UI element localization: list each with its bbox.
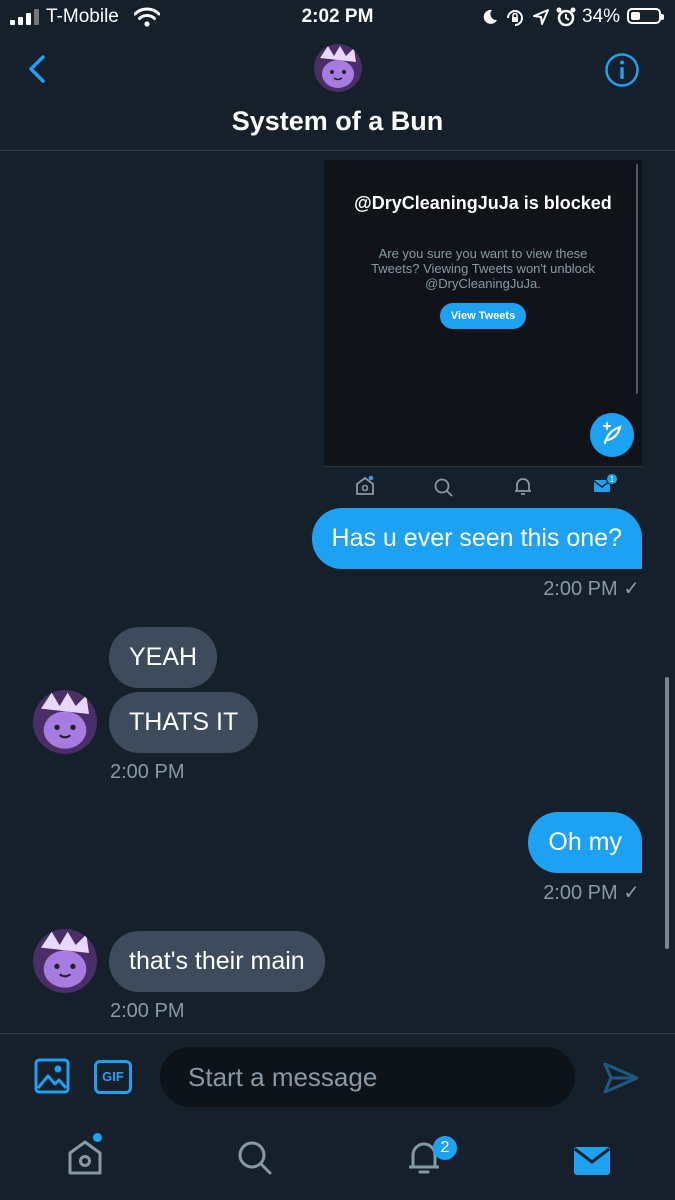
notifications-badge: 2: [433, 1136, 457, 1160]
message-composer: GIF: [0, 1033, 675, 1124]
avatar-image: [314, 44, 362, 92]
scrollbar[interactable]: [665, 677, 669, 949]
message-timestamp: 2:00 PM: [110, 1000, 185, 1022]
battery-icon: [627, 8, 664, 24]
timestamp-text: 2:00 PM: [543, 882, 618, 904]
message-bubble-incoming[interactable]: that's their main: [109, 931, 325, 992]
message-timestamp: 2:00 PM: [110, 761, 185, 783]
send-icon[interactable]: [601, 1058, 641, 1098]
delivered-check-icon: ✓: [623, 882, 640, 904]
home-new-dot: [93, 1133, 102, 1142]
home-icon[interactable]: [65, 1137, 105, 1177]
scrollbar: [636, 164, 638, 394]
moon-icon: [483, 9, 497, 24]
avatar[interactable]: [33, 929, 97, 993]
message-bubble-outgoing[interactable]: Oh my: [528, 812, 642, 873]
location-icon: [533, 9, 549, 25]
home-icon: [356, 475, 374, 495]
bell-icon: [515, 478, 531, 495]
timestamp-text: 2:00 PM: [543, 578, 618, 600]
search-icon: [434, 478, 453, 497]
avatar-image: [33, 690, 97, 754]
search-icon[interactable]: [234, 1137, 274, 1177]
status-bar: T-Mobile 2:02 PM 34%: [0, 0, 675, 36]
message-bubble-incoming[interactable]: THATS IT: [109, 692, 259, 753]
delivered-check-icon: ✓: [623, 578, 640, 600]
mail-badge: 1: [610, 475, 615, 484]
view-tweets-button: View Tweets: [440, 303, 526, 329]
shared-image[interactable]: @DryCleaningJuJa is blocked Are you sure…: [324, 160, 642, 466]
rotation-lock-icon: [507, 10, 523, 26]
feather-icon: [603, 422, 622, 445]
message-timestamp: 2:00 PM ✓: [543, 576, 640, 601]
avatar[interactable]: [314, 44, 362, 92]
blocked-title: @DryCleaningJuJa is blocked: [354, 193, 612, 213]
message-bubble-incoming[interactable]: YEAH: [109, 627, 218, 688]
alarm-icon: [556, 7, 576, 27]
message-input[interactable]: [160, 1047, 575, 1107]
battery-percentage: 34%: [582, 6, 621, 27]
avatar[interactable]: [33, 690, 97, 754]
shared-image-nav: 1: [324, 466, 642, 507]
avatar-image: [33, 929, 97, 993]
conversation-header: System of a Bun: [0, 36, 675, 151]
conversation-title: System of a Bun: [231, 106, 444, 136]
info-button[interactable]: [604, 52, 640, 88]
mail-icon: 1: [593, 473, 618, 492]
blocked-description: Are you sure you want to view these Twee…: [371, 246, 595, 291]
gif-icon[interactable]: GIF: [94, 1060, 132, 1094]
message-bubble-outgoing[interactable]: Has u ever seen this one?: [311, 508, 642, 569]
message-timestamp: 2:00 PM ✓: [543, 880, 640, 905]
compose-tweet-icon: [590, 413, 634, 457]
messages-icon[interactable]: [572, 1141, 612, 1181]
back-button[interactable]: [22, 52, 56, 86]
image-icon[interactable]: [34, 1058, 70, 1094]
